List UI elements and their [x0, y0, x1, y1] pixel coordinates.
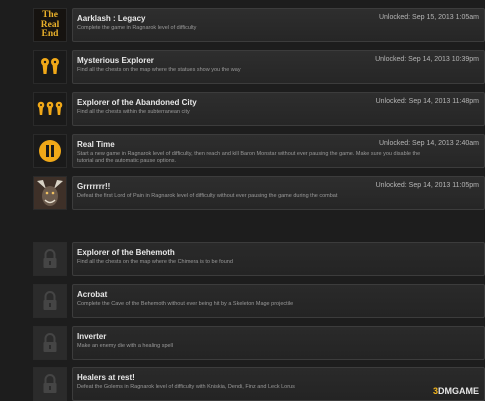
- achievement-card: Grrrrrrr!! Defeat the first Lord of Pain…: [72, 176, 485, 210]
- achievement-description: Make an enemy die with a healing spell: [77, 343, 174, 349]
- achievement-title: Explorer of the Behemoth: [77, 248, 175, 257]
- achievement-list: The Real End Aarklash : Legacy Complete …: [0, 0, 485, 401]
- achievement-description: Start a new game in Ragnarok level of di…: [77, 151, 421, 164]
- unlock-date: Unlocked: Sep 14, 2013 2:40am: [378, 140, 479, 147]
- achievement-description: Find all the chests on the map where the…: [77, 67, 241, 73]
- achievement-description: Find all the chests within the subterran…: [77, 109, 190, 115]
- achievement-title: Mysterious Explorer: [77, 56, 154, 65]
- achievement-row[interactable]: The Real End Aarklash : Legacy Complete …: [33, 8, 485, 42]
- achievement-row[interactable]: Explorer of the Abandoned City Find all …: [33, 92, 485, 126]
- pause-icon: [33, 134, 67, 168]
- achievement-card: Healers at rest! Defeat the Golems in Ra…: [72, 367, 485, 401]
- the-real-end-icon: The Real End: [33, 8, 67, 42]
- achievement-title: Real Time: [77, 140, 115, 149]
- achievement-row[interactable]: Healers at rest! Defeat the Golems in Ra…: [33, 367, 485, 401]
- achievement-title: Healers at rest!: [77, 373, 135, 382]
- achievement-description: Defeat the Golems in Ragnarok level of d…: [77, 384, 295, 390]
- achievement-row[interactable]: Acrobat Complete the Cave of the Behemot…: [33, 284, 485, 318]
- watermark: 3DMGAME: [433, 386, 479, 396]
- achievement-card: Mysterious Explorer Find all the chests …: [72, 50, 485, 84]
- beast-portrait-icon: [33, 176, 67, 210]
- achievement-row[interactable]: Grrrrrrr!! Defeat the first Lord of Pain…: [33, 176, 485, 210]
- achievement-row[interactable]: Mysterious Explorer Find all the chests …: [33, 50, 485, 84]
- achievement-card: Real Time Start a new game in Ragnarok l…: [72, 134, 485, 168]
- achievement-row[interactable]: Inverter Make an enemy die with a healin…: [33, 326, 485, 360]
- two-keyholes-icon: [33, 50, 67, 84]
- unlock-date: Unlocked: Sep 15, 2013 1:05am: [378, 14, 479, 21]
- achievement-card: Explorer of the Behemoth Find all the ch…: [72, 242, 485, 276]
- achievement-description: Complete the game in Ragnarok level of d…: [77, 25, 197, 31]
- achievement-card: Inverter Make an enemy die with a healin…: [72, 326, 485, 360]
- lock-icon: [33, 326, 67, 360]
- achievement-card: Aarklash : Legacy Complete the game in R…: [72, 8, 485, 42]
- achievement-row[interactable]: Real Time Start a new game in Ragnarok l…: [33, 134, 485, 168]
- achievement-title: Grrrrrrr!!: [77, 182, 111, 191]
- lock-icon: [33, 242, 67, 276]
- achievement-card: Acrobat Complete the Cave of the Behemot…: [72, 284, 485, 318]
- achievement-title: Explorer of the Abandoned City: [77, 98, 197, 107]
- achievement-title: Aarklash : Legacy: [77, 14, 146, 23]
- watermark-text: DMGAME: [438, 386, 479, 396]
- unlock-date: Unlocked: Sep 14, 2013 10:39pm: [375, 56, 479, 63]
- achievement-description: Complete the Cave of the Behemoth withou…: [77, 301, 294, 307]
- achievement-card: Explorer of the Abandoned City Find all …: [72, 92, 485, 126]
- achievement-title: Inverter: [77, 332, 107, 341]
- unlock-date: Unlocked: Sep 14, 2013 11:05pm: [375, 182, 479, 189]
- achievement-description: Defeat the first Lord of Pain in Ragnaro…: [77, 193, 338, 199]
- icon-text-line: End: [41, 29, 59, 39]
- achievement-description: Find all the chests on the map where the…: [77, 259, 233, 265]
- lock-icon: [33, 284, 67, 318]
- achievement-title: Acrobat: [77, 290, 108, 299]
- three-keyholes-icon: [33, 92, 67, 126]
- achievement-row[interactable]: Explorer of the Behemoth Find all the ch…: [33, 242, 485, 276]
- unlock-date: Unlocked: Sep 14, 2013 11:48pm: [375, 98, 479, 105]
- lock-icon: [33, 367, 67, 401]
